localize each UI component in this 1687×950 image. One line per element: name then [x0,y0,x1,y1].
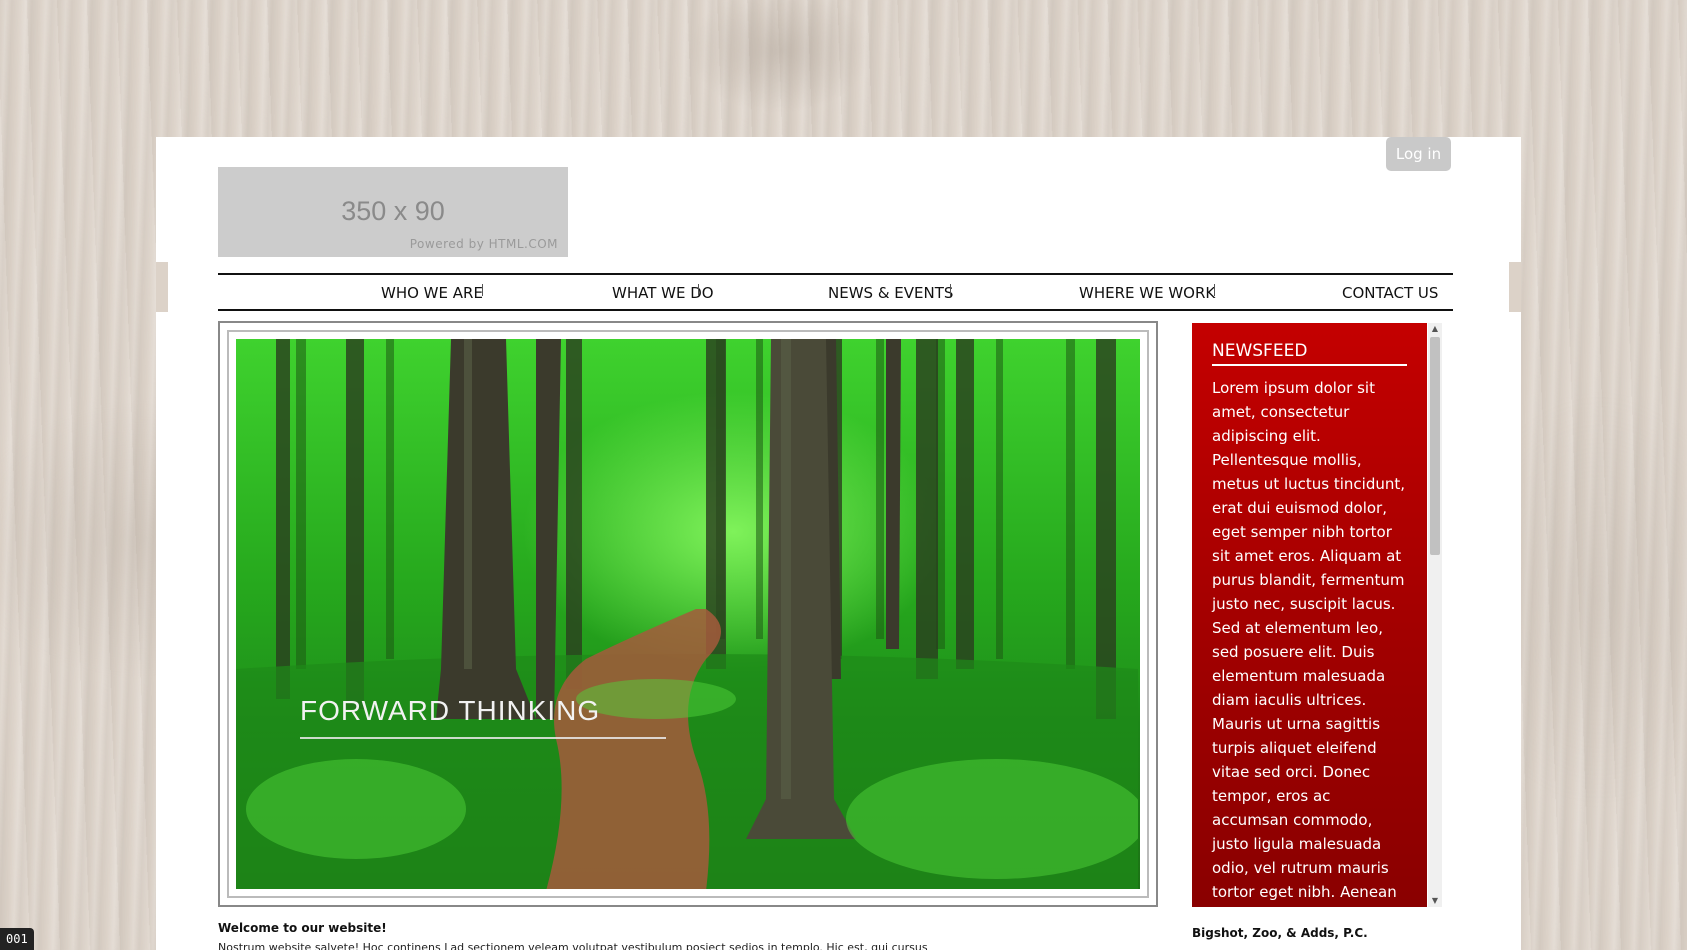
login-button[interactable]: Log in [1386,137,1451,171]
scroll-up-arrow-icon[interactable]: ▲ [1428,323,1442,335]
main-nav: WHO WE ARE WHAT WE DO NEWS & EVENTS WHER… [218,273,1453,311]
hero-image: FORWARD THINKING [236,339,1140,889]
hero-caption: FORWARD THINKING [300,695,601,726]
page-edge-left [156,262,168,312]
welcome-body-text: Nostrum website salvete! Hoc continens L… [218,941,928,950]
newsfeed-text: Lorem ipsum dolor sit amet, consectetur … [1212,379,1406,901]
nav-separator [950,284,951,296]
nav-separator [482,284,483,296]
nav-item-who-we-are[interactable]: WHO WE ARE [381,284,483,302]
logo-placeholder[interactable]: 350 x 90 Powered by HTML.COM [218,167,568,257]
welcome-heading: Welcome to our website! [218,921,387,935]
hero-inner-border: FORWARD THINKING [227,330,1149,898]
nav-separator [1214,284,1215,296]
newsfeed-scrollbar[interactable]: ▲ ▼ [1428,323,1442,907]
newsfeed-panel[interactable]: NEWSFEED Lorem ipsum dolor sit amet, con… [1192,323,1442,907]
hero-frame: FORWARD THINKING [218,321,1158,907]
corner-badge: 001 [0,928,34,950]
newsfeed-content: NEWSFEED Lorem ipsum dolor sit amet, con… [1192,323,1427,907]
scroll-thumb[interactable] [1430,337,1440,555]
nav-separator [698,284,699,296]
nav-item-where-we-work[interactable]: WHERE WE WORK [1079,284,1215,302]
nav-item-news-events[interactable]: NEWS & EVENTS [828,284,953,302]
firm-name: Bigshot, Zoo, & Adds, P.C. [1192,926,1368,940]
logo-powered-label: Powered by HTML.COM [409,237,558,251]
logo-size-label: 350 x 90 [341,196,445,226]
newsfeed-title: NEWSFEED [1212,341,1407,366]
page-edge-right [1509,262,1521,312]
hero-caption-underline [300,737,666,739]
scroll-down-arrow-icon[interactable]: ▼ [1428,895,1442,907]
forest-illustration [236,339,1138,889]
nav-item-contact-us[interactable]: CONTACT US [1342,284,1438,302]
